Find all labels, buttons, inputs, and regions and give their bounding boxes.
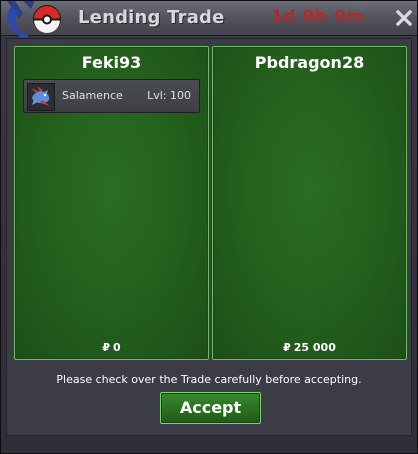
window-title: Lending Trade (78, 7, 225, 28)
pokemon-slot[interactable]: Salamence Lvl: 100 (23, 79, 200, 113)
right-money-value: 25 000 (293, 341, 336, 354)
trade-notice: Please check over the Trade carefully be… (56, 373, 362, 386)
pokeball-logo-icon (7, 1, 61, 41)
right-trade-panel: Pbdragon28 ₽25 000 (212, 46, 407, 360)
salamence-icon (27, 83, 55, 111)
trade-timer: 1d 0h 0m (271, 7, 365, 27)
right-money: ₽25 000 (213, 341, 406, 354)
close-icon[interactable] (393, 7, 415, 29)
currency-symbol: ₽ (283, 341, 291, 354)
pokemon-level: Lvl: 100 (147, 89, 191, 102)
currency-symbol: ₽ (102, 341, 110, 354)
left-player-name: Feki93 (81, 53, 142, 72)
left-money-value: 0 (113, 341, 121, 354)
accept-button[interactable]: Accept (160, 392, 261, 424)
lending-trade-window: Lending Trade 1d 0h 0m Feki93 Salamence … (0, 0, 418, 454)
pokemon-name: Salamence (62, 89, 123, 102)
trade-content: Feki93 Salamence Lvl: 100 ₽0 Pbdragon28 … (6, 38, 412, 436)
left-money: ₽0 (15, 341, 208, 354)
right-player-name: Pbdragon28 (254, 53, 365, 72)
left-trade-panel: Feki93 Salamence Lvl: 100 ₽0 (14, 46, 209, 360)
